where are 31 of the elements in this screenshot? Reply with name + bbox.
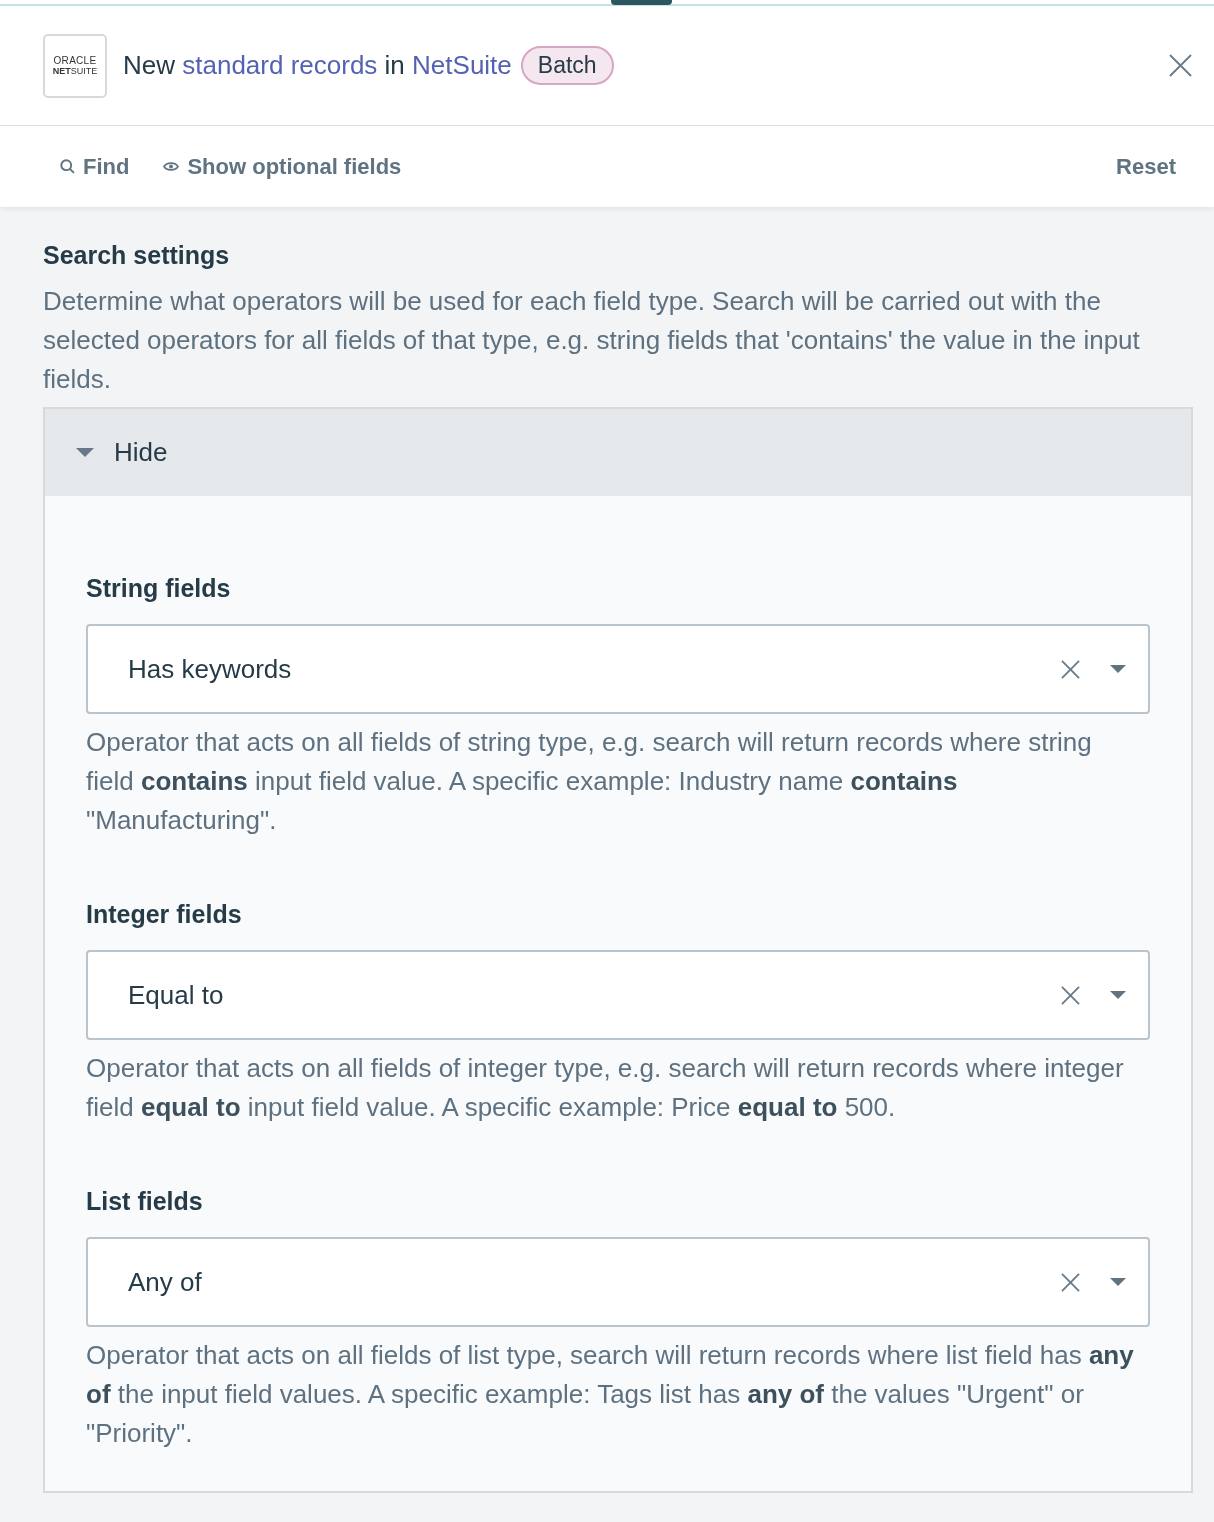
collapse-toggle[interactable]: Hide [45,409,1191,496]
field-description: Operator that acts on all fields of string type, e.g. search will return records where string field contains input field value. A specific example: Industry name contains "Manufacturing". [86,726,1093,837]
trigger-title: New standard records in NetSuite [123,50,512,81]
field-label: Integer fields [86,899,243,930]
reset-button[interactable]: Reset [1116,153,1176,180]
clear-icon[interactable] [1061,985,1080,1005]
caret-icon[interactable] [1110,991,1126,999]
section-title: Search settings [43,240,231,270]
operator-select[interactable]: Any of [86,1237,1150,1327]
logo-wordmark: NETSUITE [52,66,98,76]
tab-marker [611,0,672,5]
eye-icon [163,161,180,172]
section-description: Determine what operators will be used for each field type. Search will be carried out with the selected operators for all fields of that type, e.g. string fields that 'contains' the value in the input fields. [43,285,1141,396]
type-badge: Batch [520,46,614,85]
clear-icon[interactable] [1061,659,1080,679]
field-description: Operator that acts on all fields of integer type, e.g. search will return records where integer field equal to input field value. A specific example: Price equal to 500. [86,1052,1125,1124]
title-link[interactable]: NetSuite [412,50,512,80]
close-icon[interactable] [1169,54,1192,77]
caret-icon[interactable] [1110,1278,1126,1286]
find-button[interactable]: Find [60,153,130,180]
clear-icon[interactable] [1061,1272,1080,1292]
caret-icon[interactable] [1110,665,1126,673]
field-label: List fields [86,1186,204,1217]
show-optional-fields-button[interactable]: Show optional fields [163,153,402,180]
field-description: Operator that acts on all fields of list type, search will return records where list field has any of the input field values. A specific example: Tags list has any of the values "Urgent" or "Priority". [86,1339,1135,1450]
operator-select[interactable]: Equal to [86,950,1150,1040]
search-icon [60,159,75,174]
title-link[interactable]: standard records [182,50,378,80]
field-label: String fields [86,573,232,604]
operator-select[interactable]: Has keywords [86,624,1150,714]
logo-wordmark: ORACLE [53,55,97,66]
